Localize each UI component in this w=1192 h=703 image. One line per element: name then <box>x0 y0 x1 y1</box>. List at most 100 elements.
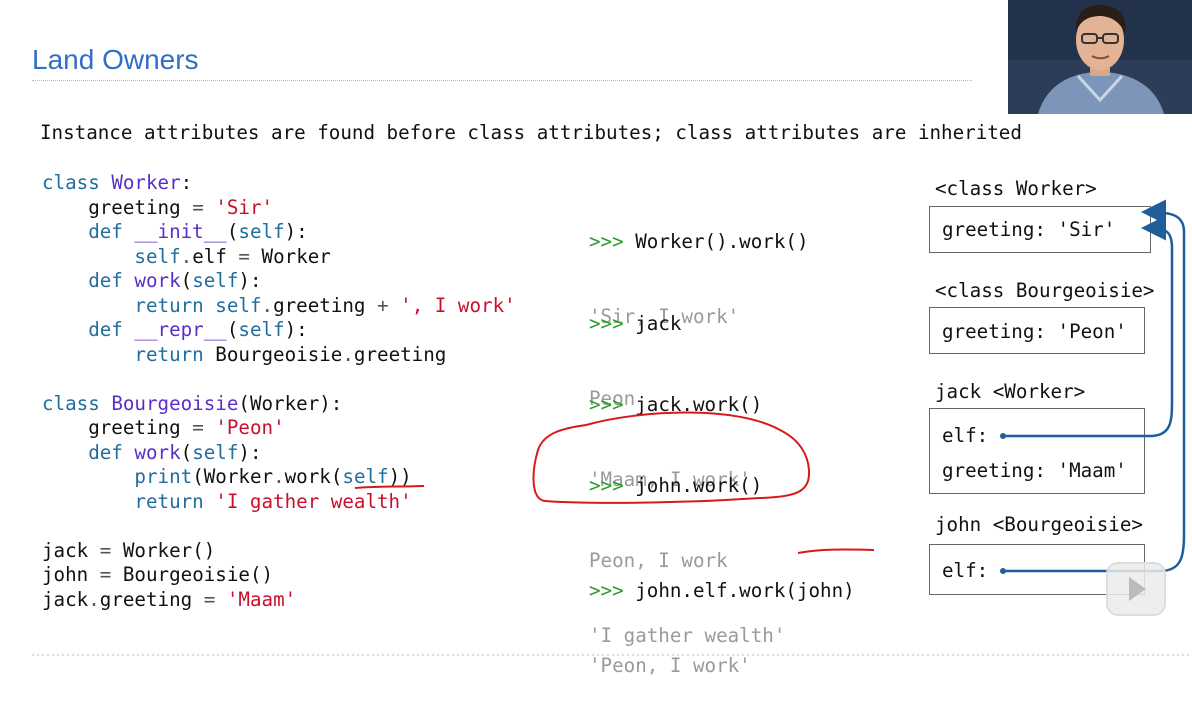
code-token: print <box>42 465 193 488</box>
prompt: >>> <box>589 474 636 497</box>
prompt: >>> <box>589 312 636 335</box>
code-token: . <box>342 342 354 366</box>
jack-elf-attr: elf: <box>942 424 989 447</box>
code-token: john <box>42 563 100 586</box>
presenter-video[interactable] <box>1008 0 1192 114</box>
code-token: Worker() <box>111 538 216 562</box>
bourgeoisie-greeting-attr: greeting: 'Peon' <box>942 320 1127 343</box>
slide-title: Land Owners <box>32 44 199 75</box>
jack-instance-label: jack <Worker> <box>935 380 1086 403</box>
code-line: def __init__(self): <box>42 220 516 245</box>
code-token: Worker <box>249 244 331 268</box>
code-token: self <box>215 293 262 317</box>
code-token: = <box>99 538 112 562</box>
session-input: Worker().work() <box>635 230 809 253</box>
code-token: greeting <box>42 195 193 219</box>
code-line: greeting = 'Sir' <box>42 196 516 221</box>
code-token: self <box>192 440 239 464</box>
jack-greeting-attr: greeting: 'Maam' <box>942 459 1127 482</box>
code-token: greeting <box>353 342 447 366</box>
john-elf-attr: elf: <box>942 559 989 582</box>
code-token: elf <box>192 244 239 268</box>
code-token: = <box>99 563 112 586</box>
session-input: john.elf.work(john) <box>635 579 855 602</box>
play-button[interactable] <box>1106 562 1166 616</box>
session-input: jack <box>635 312 682 335</box>
code-token: ( <box>226 318 239 341</box>
code-token: ): <box>284 318 308 341</box>
code-token: return <box>42 342 216 366</box>
worker-class-label: <class Worker> <box>935 177 1097 200</box>
code-token: def <box>42 440 135 464</box>
code-token: self <box>192 269 239 292</box>
code-token: self <box>238 318 285 341</box>
code-token: self <box>134 244 181 268</box>
code-token: = <box>192 195 204 219</box>
bourgeoisie-class-label: <class Bourgeoisie> <box>935 279 1155 302</box>
code-token: ( <box>180 269 193 292</box>
session-entry-5: >>> john.elf.work(john) 'Peon, I work' <box>589 528 855 703</box>
code-token: )) <box>388 465 412 488</box>
prompt: >>> <box>589 393 636 416</box>
code-token: self <box>238 220 285 243</box>
code-token: ', I work' <box>400 293 516 317</box>
code-token: . <box>273 465 285 488</box>
code-token: return <box>42 293 216 317</box>
code-token: class <box>42 171 112 194</box>
code-token: return <box>42 489 216 513</box>
code-token: . <box>88 587 100 611</box>
code-block: class Worker: greeting = 'Sir' def __ini… <box>42 171 516 612</box>
code-token: (Worker <box>192 465 274 488</box>
code-token: jack <box>42 538 100 562</box>
code-token: ): <box>284 220 308 243</box>
code-token: greeting <box>42 416 193 439</box>
code-line: return self.greeting + ', I work' <box>42 293 516 319</box>
prompt: >>> <box>589 579 636 602</box>
code-line: jack = Worker() <box>42 539 516 564</box>
session-input: jack.work() <box>635 393 763 416</box>
code-line: return Bourgeoisie.greeting <box>42 343 516 368</box>
prompt: >>> <box>589 230 636 253</box>
code-line: class Worker: <box>42 171 516 196</box>
code-line: self.elf = Worker <box>42 245 516 270</box>
code-token: greeting <box>99 587 204 611</box>
code-line: return 'I gather wealth' <box>42 490 516 515</box>
code-token: (Worker): <box>238 391 343 415</box>
code-token: = <box>203 587 216 611</box>
code-token: work( <box>284 465 343 488</box>
code-token: greeting <box>273 293 378 317</box>
code-token: ( <box>226 220 239 243</box>
code-line: def work(self): <box>42 441 516 466</box>
title-underline <box>32 80 972 81</box>
code-line: def work(self): <box>42 269 516 294</box>
code-token: Worker <box>111 171 181 194</box>
code-token: work <box>134 440 181 464</box>
code-token: def <box>42 318 135 341</box>
code-token: self <box>342 465 389 488</box>
code-token: def <box>42 220 135 243</box>
code-token: . <box>180 244 193 268</box>
slide-subtitle: Instance attributes are found before cla… <box>40 121 1022 144</box>
code-token: class <box>42 391 112 415</box>
code-line: greeting = 'Peon' <box>42 416 516 441</box>
session-input: john.work() <box>635 474 763 497</box>
play-icon <box>1129 577 1146 601</box>
code-line: class Bourgeoisie(Worker): <box>42 392 516 417</box>
code-token: . <box>261 293 274 317</box>
code-token: = <box>238 244 250 268</box>
code-token: Bourgeoisie <box>215 342 343 366</box>
code-token: jack <box>42 587 89 611</box>
code-token: 'Sir' <box>215 195 274 219</box>
code-token: ): <box>238 440 262 464</box>
code-line: def __repr__(self): <box>42 318 516 343</box>
code-line: john = Bourgeoisie() <box>42 563 516 588</box>
code-token: __repr__ <box>134 318 227 341</box>
code-line: jack.greeting = 'Maam' <box>42 588 516 613</box>
